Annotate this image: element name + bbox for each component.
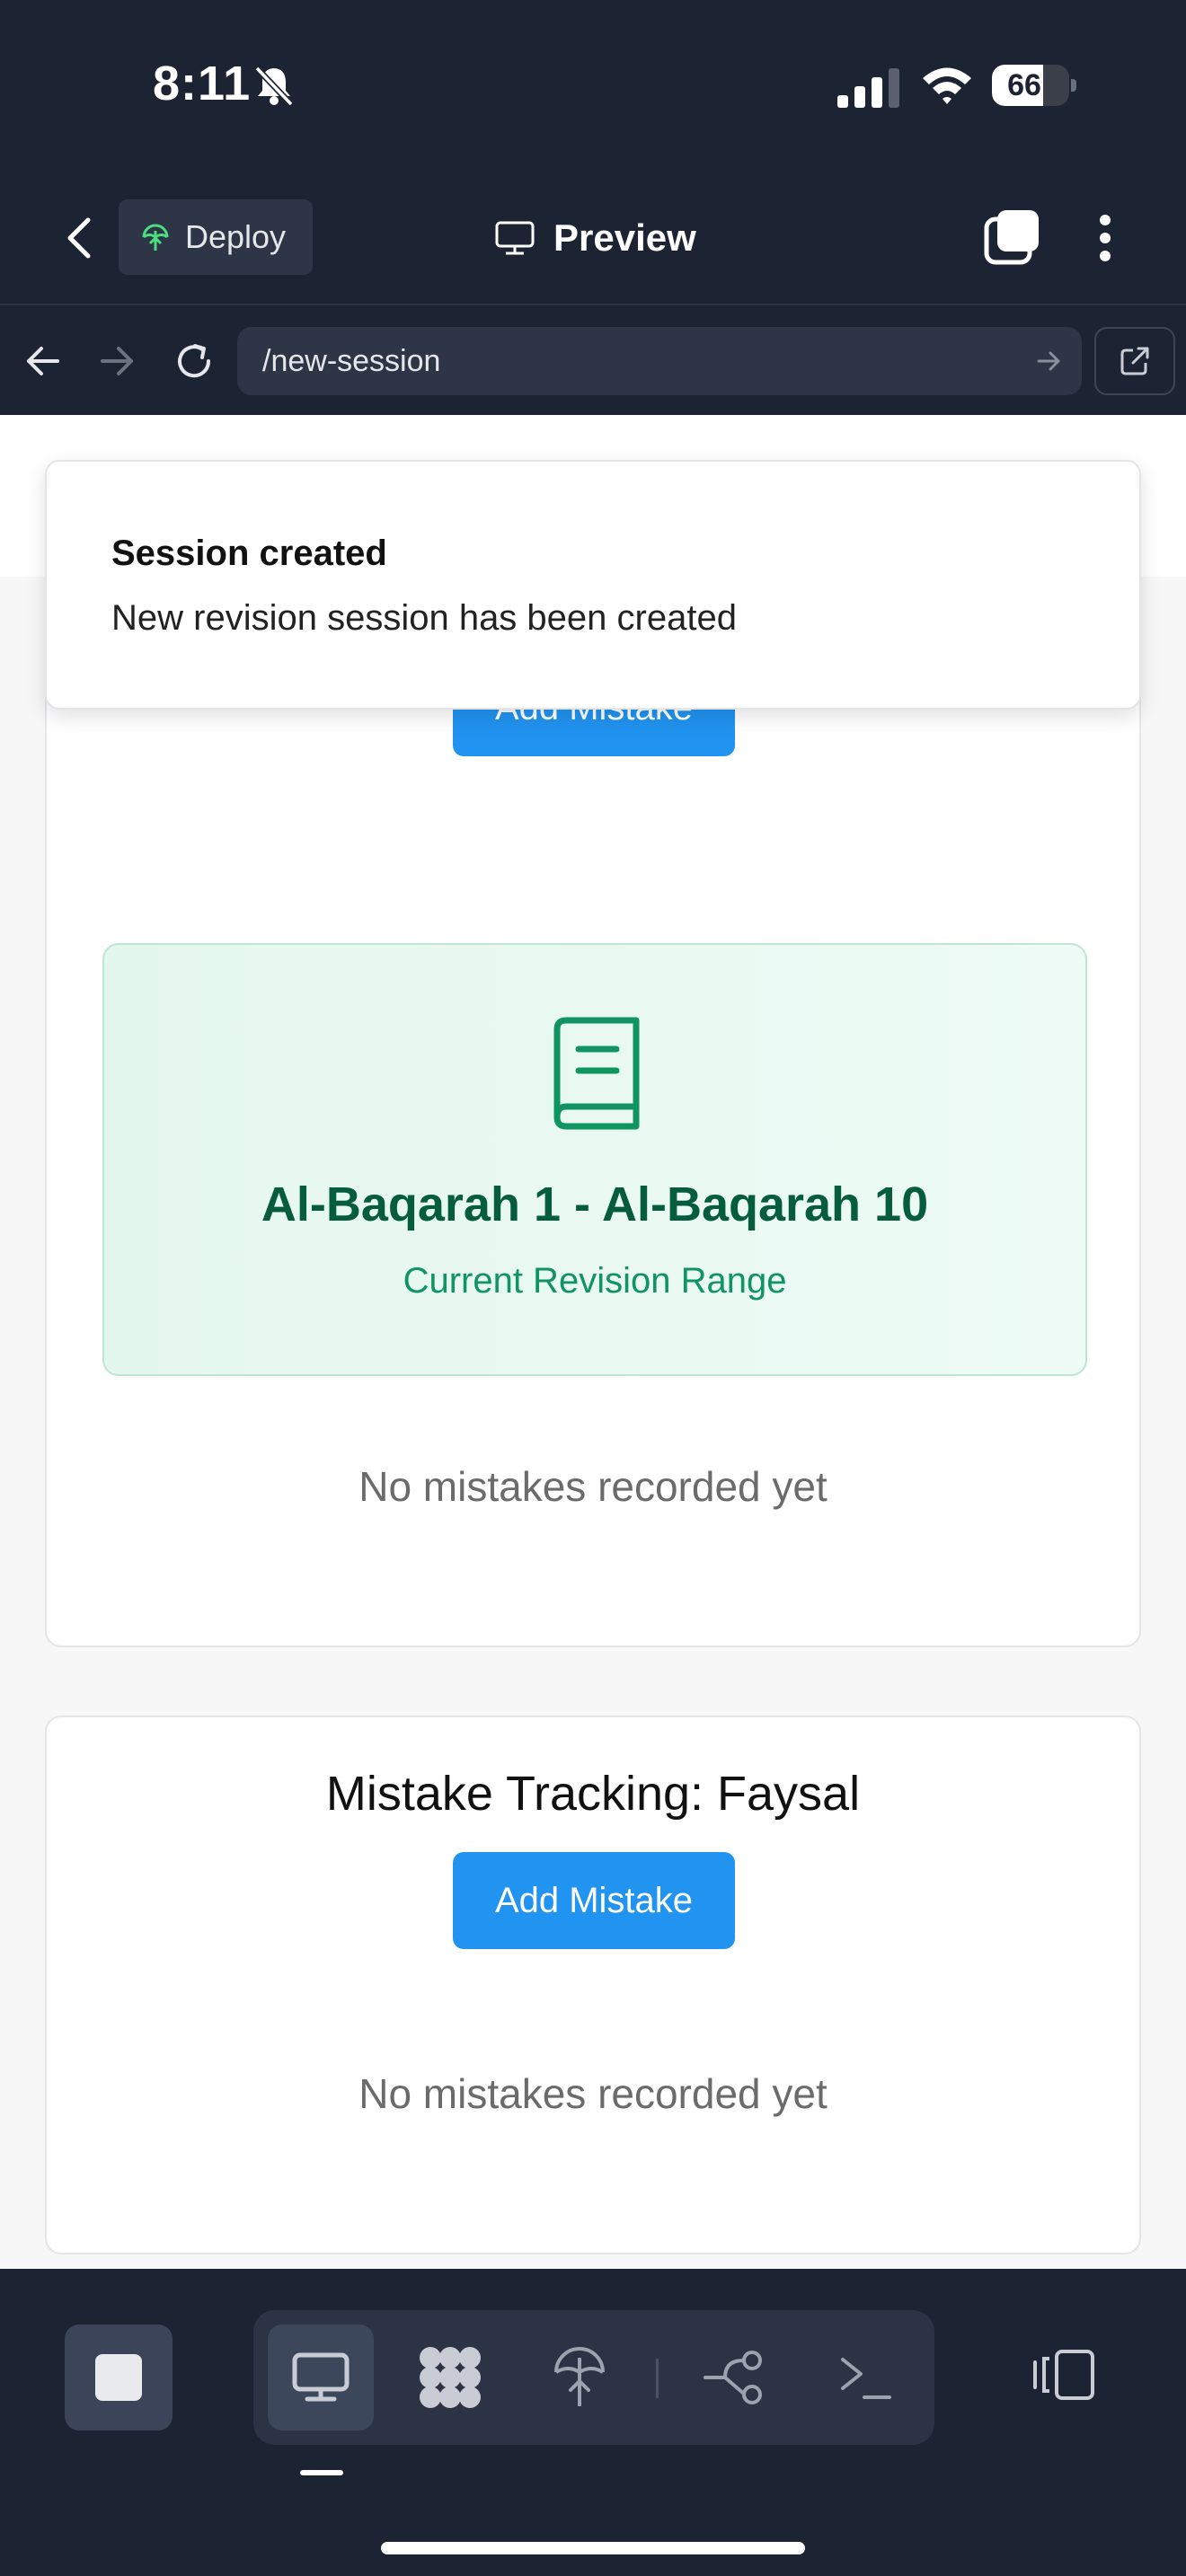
git-branch-icon [704, 2351, 762, 2404]
monitor-icon [495, 221, 535, 255]
empty-mistakes-text: No mistakes recorded yet [358, 2070, 828, 2117]
desktop-icon [292, 2352, 350, 2402]
arrow-left-icon [27, 347, 59, 375]
bell-slash-icon [254, 66, 294, 107]
tool-divider [656, 2359, 659, 2398]
url-input[interactable]: /new-session [237, 327, 1082, 395]
browser-bar: /new-session [0, 307, 1186, 415]
home-indicator [381, 2542, 805, 2554]
terminal-icon [841, 2358, 891, 2399]
arrow-right-icon [101, 347, 133, 375]
mistake-tracking-card: Add Mistake Al-Baqarah 1 - Al-Baqarah 10… [45, 595, 1141, 1647]
url-text: /new-session [262, 344, 441, 378]
tool-group [253, 2310, 934, 2445]
battery-tip [1071, 79, 1076, 92]
nav-forward-button[interactable] [90, 332, 144, 390]
panel-toggle-icon [1033, 2350, 1094, 2400]
reload-icon [178, 344, 211, 378]
apps-icon [420, 2347, 481, 2408]
panel-toggle-button[interactable] [1024, 2330, 1105, 2420]
chevron-left-icon [67, 217, 91, 259]
deploy-icon [142, 224, 169, 251]
url-go-arrow-icon[interactable] [1035, 347, 1064, 375]
battery-indicator: 66 [992, 65, 1069, 106]
reload-button[interactable] [167, 332, 221, 390]
deploy-label: Deploy [185, 218, 287, 255]
more-vertical-icon [1100, 215, 1111, 261]
deploy-button[interactable]: Deploy [119, 199, 313, 275]
card-title: Mistake Tracking: Faysal [325, 1767, 861, 1821]
wifi-icon [923, 67, 971, 104]
nav-back-button[interactable] [16, 332, 70, 390]
external-link-icon [1120, 347, 1149, 375]
add-mistake-button[interactable]: Add Mistake [453, 1852, 735, 1949]
status-time: 8:11 [153, 57, 252, 110]
toast-message: New revision session has been created [111, 598, 737, 638]
bottom-toolbar [0, 2269, 1186, 2576]
tabs-icon[interactable] [979, 207, 1042, 269]
battery-level: 66 [1007, 68, 1041, 102]
toast-notification[interactable]: Session created New revision session has… [45, 460, 1141, 710]
open-external-button[interactable] [1094, 327, 1175, 395]
deploy-tool-icon [554, 2347, 605, 2406]
stop-icon [95, 2354, 142, 2401]
active-tab-indicator [300, 2470, 343, 2475]
app-toolbar: Deploy Preview [0, 171, 1186, 305]
status-bar: 8:11 66 [0, 0, 1186, 171]
back-button[interactable] [52, 207, 106, 269]
deploy-tool-button[interactable] [527, 2325, 633, 2430]
book-icon [553, 1017, 640, 1130]
more-options-button[interactable] [1078, 207, 1132, 269]
preview-content: Add Mistake Al-Baqarah 1 - Al-Baqarah 10… [0, 415, 1186, 2269]
mistake-tracking-card-faysal: Mistake Tracking: Faysal Add Mistake No … [45, 1716, 1141, 2254]
signal-icon [837, 68, 899, 108]
toast-title: Session created [111, 534, 387, 573]
terminal-button[interactable] [812, 2325, 918, 2430]
revision-range-subtitle: Current Revision Range [403, 1261, 787, 1301]
empty-mistakes-text: No mistakes recorded yet [358, 1463, 828, 1510]
desktop-preview-button[interactable] [268, 2325, 374, 2430]
revision-range-box: Al-Baqarah 1 - Al-Baqarah 10 Current Rev… [102, 943, 1087, 1376]
git-button[interactable] [683, 2325, 789, 2430]
stop-button[interactable] [65, 2325, 173, 2430]
preview-label: Preview [553, 216, 696, 259]
revision-range-title: Al-Baqarah 1 - Al-Baqarah 10 [261, 1178, 929, 1231]
preview-title: Preview [494, 207, 696, 269]
apps-button[interactable] [397, 2325, 503, 2430]
